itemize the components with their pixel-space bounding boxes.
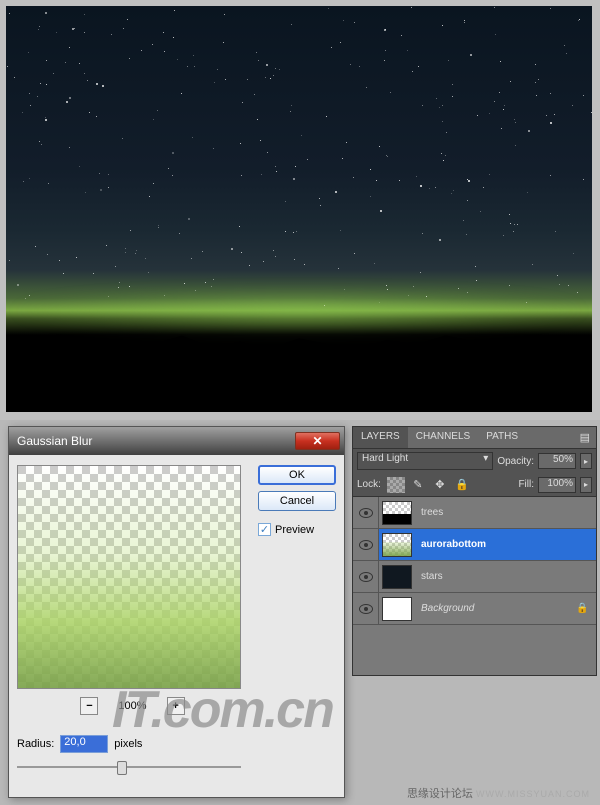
layer-row-stars[interactable]: stars [353, 561, 596, 593]
radius-slider[interactable] [17, 759, 241, 775]
image-canvas[interactable] [6, 6, 592, 412]
zoom-in-button[interactable]: + [167, 697, 185, 715]
cancel-button[interactable]: Cancel [258, 491, 336, 511]
zoom-controls: − 100% + [17, 697, 248, 715]
opacity-arrow[interactable]: ▸ [580, 453, 592, 469]
lock-all-icon[interactable]: 🔒 [453, 477, 471, 493]
lock-transparency-icon[interactable] [387, 477, 405, 493]
eye-icon [359, 572, 373, 582]
radius-input[interactable]: 20,0 [60, 735, 108, 753]
fill-input[interactable]: 100% [538, 477, 576, 493]
layer-thumbnail[interactable] [382, 565, 412, 589]
lock-pixels-icon[interactable]: ✎ [409, 477, 427, 493]
aurora-glow [6, 291, 592, 331]
fill-arrow[interactable]: ▸ [580, 477, 592, 493]
visibility-toggle[interactable] [353, 561, 379, 592]
dialog-titlebar[interactable]: Gaussian Blur ✕ [9, 427, 344, 455]
layer-row-trees[interactable]: trees [353, 497, 596, 529]
layer-row-background[interactable]: Background 🔒 [353, 593, 596, 625]
lock-indicator-icon: 🔒 [576, 603, 596, 614]
radius-row: Radius: 20,0 pixels [17, 735, 248, 753]
lock-label: Lock: [357, 479, 381, 490]
close-button[interactable]: ✕ [295, 432, 340, 450]
preview-checkbox-row: ✓ Preview [258, 523, 336, 536]
zoom-level: 100% [118, 700, 146, 712]
radius-unit: pixels [114, 738, 142, 750]
preview-checkbox[interactable]: ✓ [258, 523, 271, 536]
layer-name[interactable]: stars [415, 571, 596, 582]
layers-empty-area [353, 625, 596, 675]
preview-column: − 100% + Radius: 20,0 pixels [17, 465, 248, 775]
lock-position-icon[interactable]: ✥ [431, 477, 449, 493]
slider-track [17, 766, 241, 768]
eye-icon [359, 508, 373, 518]
visibility-toggle[interactable] [353, 529, 379, 560]
layer-name[interactable]: trees [415, 507, 596, 518]
gaussian-blur-dialog: Gaussian Blur ✕ − 100% + Radius: 20,0 pi… [8, 426, 345, 798]
layer-name[interactable]: Background [415, 603, 576, 614]
radius-label: Radius: [17, 738, 54, 750]
ok-button[interactable]: OK [258, 465, 336, 485]
dialog-body: − 100% + Radius: 20,0 pixels OK Cancel ✓… [9, 455, 344, 785]
layer-thumbnail[interactable] [382, 533, 412, 557]
panel-menu-icon[interactable]: ▤ [574, 427, 596, 448]
eye-icon [359, 540, 373, 550]
blend-mode-select[interactable]: Hard Light ▾ [357, 452, 493, 470]
tab-paths[interactable]: PATHS [478, 427, 526, 448]
eye-icon [359, 604, 373, 614]
opacity-input[interactable]: 50% [538, 453, 576, 469]
button-column: OK Cancel ✓ Preview [258, 465, 336, 775]
layers-list: trees aurorabottom stars Background 🔒 [353, 497, 596, 675]
layer-row-aurorabottom[interactable]: aurorabottom [353, 529, 596, 561]
tab-channels[interactable]: CHANNELS [408, 427, 478, 448]
lock-row: Lock: ✎ ✥ 🔒 Fill: 100% ▸ [353, 473, 596, 497]
layer-thumbnail[interactable] [382, 501, 412, 525]
visibility-toggle[interactable] [353, 497, 379, 528]
footer-site-url: WWW.MISSYUAN.COM [476, 789, 590, 799]
footer: 思缘设计论坛 WWW.MISSYUAN.COM [407, 785, 590, 801]
preview-label: Preview [275, 524, 314, 536]
layers-panel: LAYERS CHANNELS PATHS ▤ Hard Light ▾ Opa… [352, 426, 597, 676]
tab-layers[interactable]: LAYERS [353, 427, 408, 448]
slider-thumb[interactable] [117, 761, 127, 775]
visibility-toggle[interactable] [353, 593, 379, 624]
footer-site-cn: 思缘设计论坛 [407, 788, 473, 800]
preview-content [18, 466, 240, 688]
layer-thumbnail[interactable] [382, 597, 412, 621]
preview-box[interactable] [17, 465, 241, 689]
blend-row: Hard Light ▾ Opacity: 50% ▸ [353, 449, 596, 473]
fill-label: Fill: [518, 479, 534, 490]
opacity-label: Opacity: [497, 456, 534, 467]
zoom-out-button[interactable]: − [80, 697, 98, 715]
panel-tabs: LAYERS CHANNELS PATHS ▤ [353, 427, 596, 449]
layer-name[interactable]: aurorabottom [415, 539, 596, 550]
dialog-title: Gaussian Blur [17, 434, 295, 448]
canvas-area [0, 0, 600, 420]
